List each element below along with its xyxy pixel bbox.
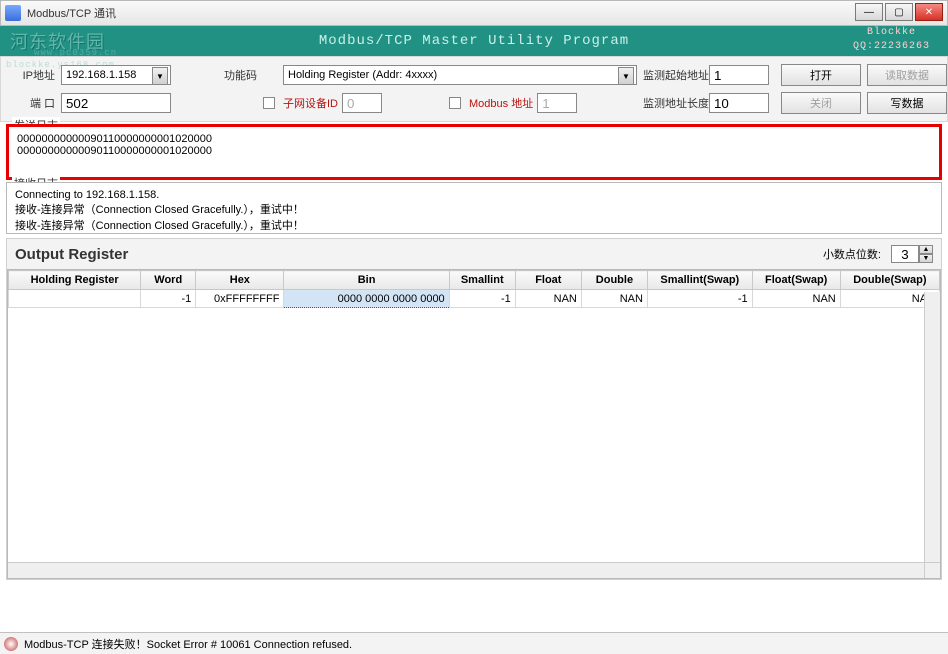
send-log-text[interactable]: 00000000000090110000000001020000 0000000… xyxy=(6,124,942,180)
port-label: 端 口 xyxy=(9,95,55,111)
maximize-button[interactable]: ▢ xyxy=(885,3,913,21)
author-name: Blockke xyxy=(853,26,930,40)
cell[interactable]: NAN xyxy=(752,290,840,308)
status-bar: Modbus-TCP 连接失败！Socket Error # 10061 Con… xyxy=(0,632,948,654)
write-data-button[interactable]: 写数据 xyxy=(867,92,947,114)
col-header[interactable]: Hex xyxy=(196,271,284,290)
ip-combo[interactable]: 192.168.1.158 xyxy=(61,65,171,85)
col-header[interactable]: Float(Swap) xyxy=(752,271,840,290)
author-qq: QQ:22236263 xyxy=(853,40,930,54)
close-conn-button[interactable]: 关闭 xyxy=(781,92,861,114)
cell[interactable]: -1 xyxy=(141,290,196,308)
send-log-block: 发送日志 00000000000090110000000001020000 00… xyxy=(6,124,942,180)
recv-log-block: 接收日志 Connecting to 192.168.1.158. 接收-连接异… xyxy=(6,182,942,234)
status-text: Modbus-TCP 连接失败！Socket Error # 10061 Con… xyxy=(24,636,352,652)
cell[interactable]: 0xFFFFFFFF xyxy=(196,290,284,308)
start-addr-input[interactable] xyxy=(709,65,769,85)
spin-up-icon[interactable]: ▲ xyxy=(919,245,933,254)
window-titlebar: Modbus/TCP 通讯 — ▢ ✕ xyxy=(0,0,948,26)
horizontal-scrollbar[interactable] xyxy=(8,562,924,578)
read-data-button[interactable]: 读取数据 xyxy=(867,64,947,86)
cell[interactable] xyxy=(9,290,141,308)
len-label: 监测地址长度 xyxy=(643,95,703,111)
minimize-button[interactable]: — xyxy=(855,3,883,21)
config-panel: IP地址 192.168.1.158 功能码 Holding Register … xyxy=(0,56,948,122)
cell[interactable]: 0000 0000 0000 0000 xyxy=(284,290,449,308)
modbus-addr-checkbox[interactable] xyxy=(449,97,461,109)
recv-log-text[interactable]: Connecting to 192.168.1.158. 接收-连接异常（Con… xyxy=(6,182,942,234)
col-header[interactable]: Word xyxy=(141,271,196,290)
col-header[interactable]: Bin xyxy=(284,271,449,290)
spin-down-icon[interactable]: ▼ xyxy=(919,254,933,263)
vertical-scrollbar[interactable] xyxy=(924,292,940,562)
func-label: 功能码 xyxy=(177,67,257,83)
col-header[interactable]: Double xyxy=(581,271,647,290)
len-input[interactable] xyxy=(709,93,769,113)
scroll-corner xyxy=(924,562,940,578)
col-header[interactable]: Double(Swap) xyxy=(840,271,939,290)
decimal-input[interactable] xyxy=(891,245,919,263)
col-header[interactable]: Holding Register xyxy=(9,271,141,290)
sub-id-input[interactable] xyxy=(342,93,382,113)
register-table: Holding RegisterWordHexBinSmallintFloatD… xyxy=(8,270,940,308)
modbus-addr-label: Modbus 地址 xyxy=(469,95,533,111)
start-addr-label: 监测起始地址 xyxy=(643,67,703,83)
port-input[interactable] xyxy=(61,93,171,113)
app-icon xyxy=(5,5,21,21)
cell[interactable]: NAN xyxy=(581,290,647,308)
col-header[interactable]: Smallint(Swap) xyxy=(647,271,752,290)
col-header[interactable]: Smallint xyxy=(449,271,515,290)
decimal-label: 小数点位数: xyxy=(823,246,881,262)
table-row[interactable]: -10xFFFFFFFF0000 0000 0000 0000-1NANNAN-… xyxy=(9,290,940,308)
cell[interactable]: -1 xyxy=(449,290,515,308)
col-header[interactable]: Float xyxy=(515,271,581,290)
output-title: Output Register xyxy=(15,246,813,263)
open-button[interactable]: 打开 xyxy=(781,64,861,86)
cell[interactable]: NAN xyxy=(515,290,581,308)
sub-id-checkbox[interactable] xyxy=(263,97,275,109)
ip-value: 192.168.1.158 xyxy=(66,69,136,81)
modbus-addr-input[interactable] xyxy=(537,93,577,113)
func-value: Holding Register (Addr: 4xxxx) xyxy=(288,69,437,81)
app-title: Modbus/TCP Master Utility Program xyxy=(319,33,629,49)
decimal-spinner[interactable]: ▲ ▼ xyxy=(891,245,933,263)
watermark-url: www.pc0359.cn xyxy=(34,48,117,58)
output-register-panel: Output Register 小数点位数: ▲ ▼ Holding Regis… xyxy=(6,238,942,580)
window-title: Modbus/TCP 通讯 xyxy=(27,5,116,21)
sub-id-label: 子网设备ID xyxy=(283,95,338,111)
close-button[interactable]: ✕ xyxy=(915,3,943,21)
cell[interactable]: -1 xyxy=(647,290,752,308)
register-table-wrap: Holding RegisterWordHexBinSmallintFloatD… xyxy=(7,269,941,579)
func-combo[interactable]: Holding Register (Addr: 4xxxx) xyxy=(283,65,637,85)
app-banner: 河东软件园 www.pc0359.cn Modbus/TCP Master Ut… xyxy=(0,26,948,56)
status-error-icon xyxy=(4,637,18,651)
